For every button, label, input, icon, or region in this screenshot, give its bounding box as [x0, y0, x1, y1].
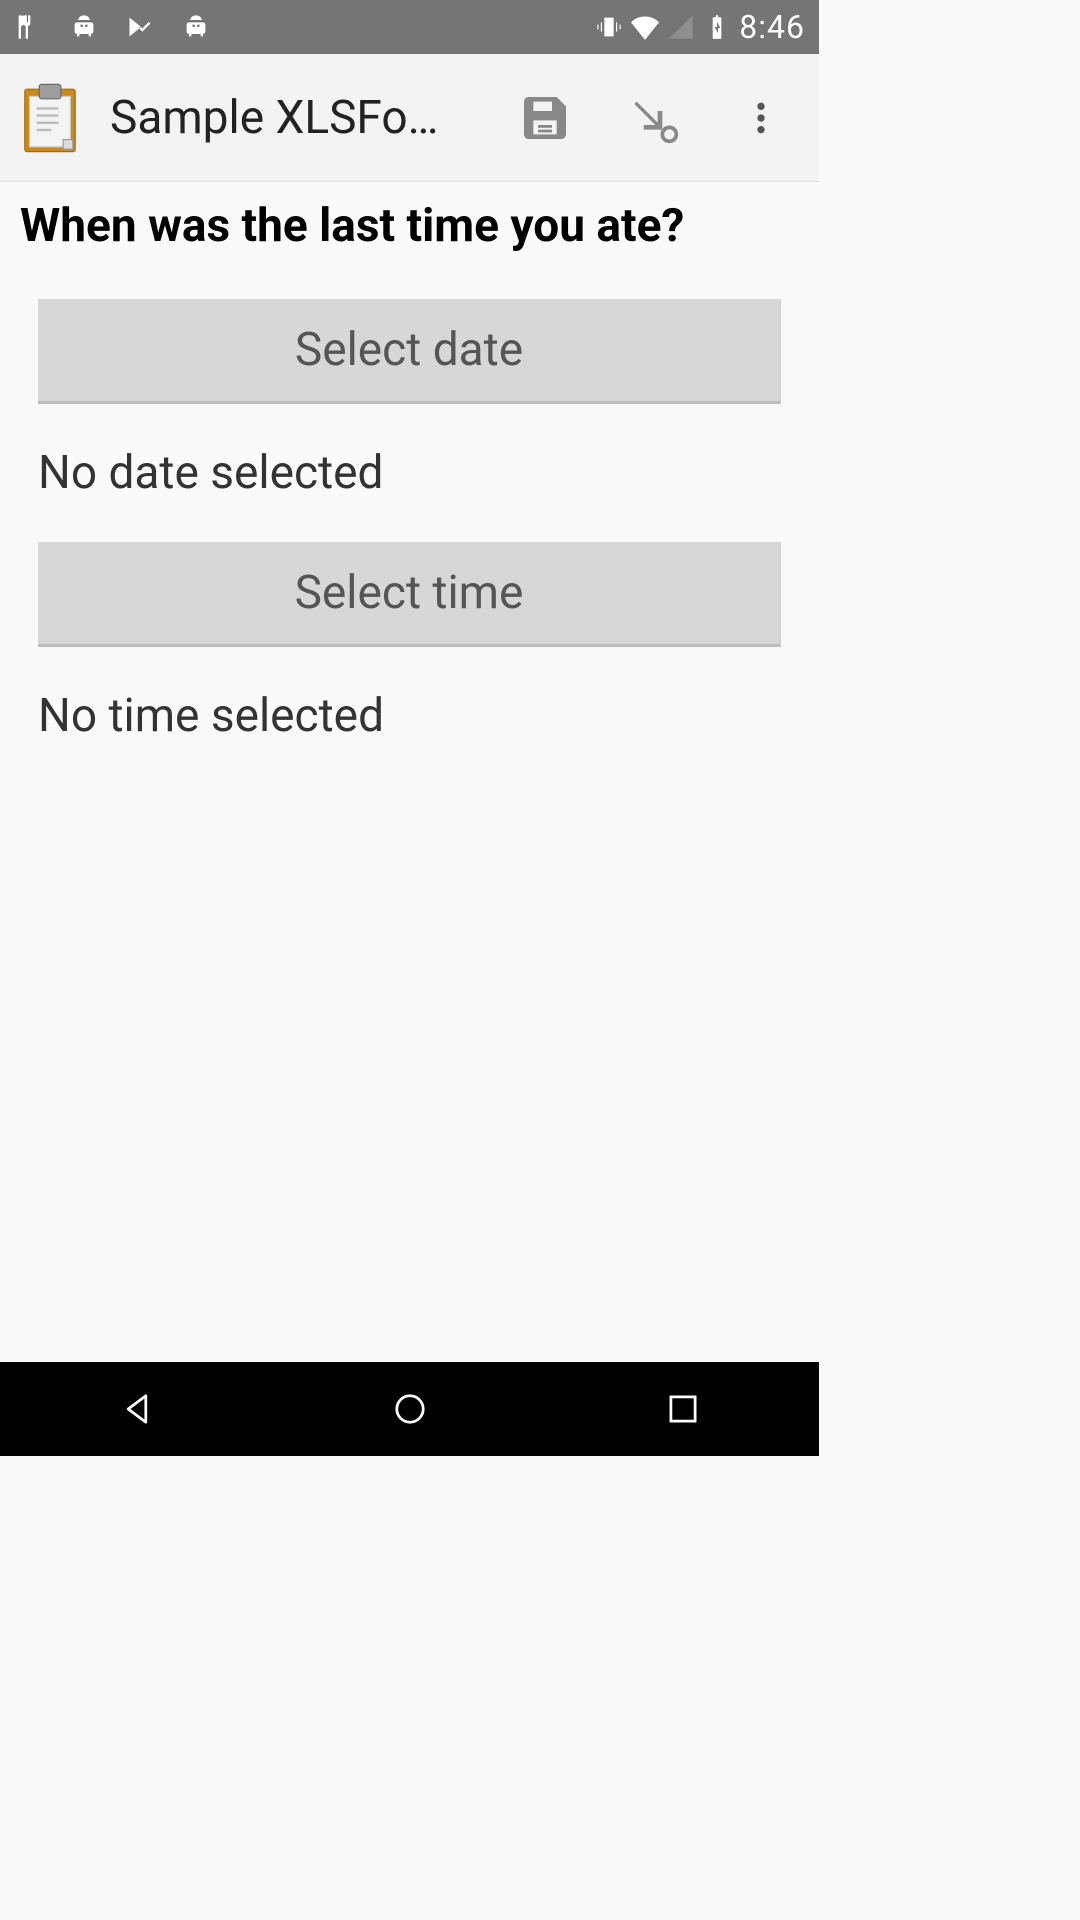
status-left-icons: [14, 13, 210, 41]
overview-button[interactable]: [603, 1362, 763, 1456]
app-bar: Sample XLSFo…: [0, 54, 819, 182]
date-selected-value: No date selected: [16, 404, 803, 542]
save-button[interactable]: [505, 78, 585, 158]
battery-charging-icon: [703, 13, 731, 41]
android-icon-2: [182, 13, 210, 41]
question-text: When was the last time you ate?: [16, 200, 803, 253]
restaurant-icon: [14, 13, 42, 41]
navigation-bar: [0, 1362, 819, 1456]
select-date-button[interactable]: Select date: [38, 299, 781, 404]
wifi-icon: [631, 13, 659, 41]
form-content: When was the last time you ate? Select d…: [0, 182, 819, 803]
status-right-icons: 8:46: [595, 8, 805, 46]
more-options-icon[interactable]: [721, 78, 801, 158]
status-time: 8:46: [739, 8, 805, 46]
home-button[interactable]: [330, 1362, 490, 1456]
back-button[interactable]: [57, 1362, 217, 1456]
jump-to-button[interactable]: [613, 78, 693, 158]
status-bar: 8:46: [0, 0, 819, 54]
vibrate-icon: [595, 13, 623, 41]
select-time-button[interactable]: Select time: [38, 542, 781, 647]
play-check-icon: [126, 13, 154, 41]
app-title: Sample XLSFo…: [110, 91, 477, 145]
cellular-empty-icon: [667, 13, 695, 41]
clipboard-icon: [18, 82, 82, 154]
time-selected-value: No time selected: [16, 647, 803, 785]
android-icon: [70, 13, 98, 41]
